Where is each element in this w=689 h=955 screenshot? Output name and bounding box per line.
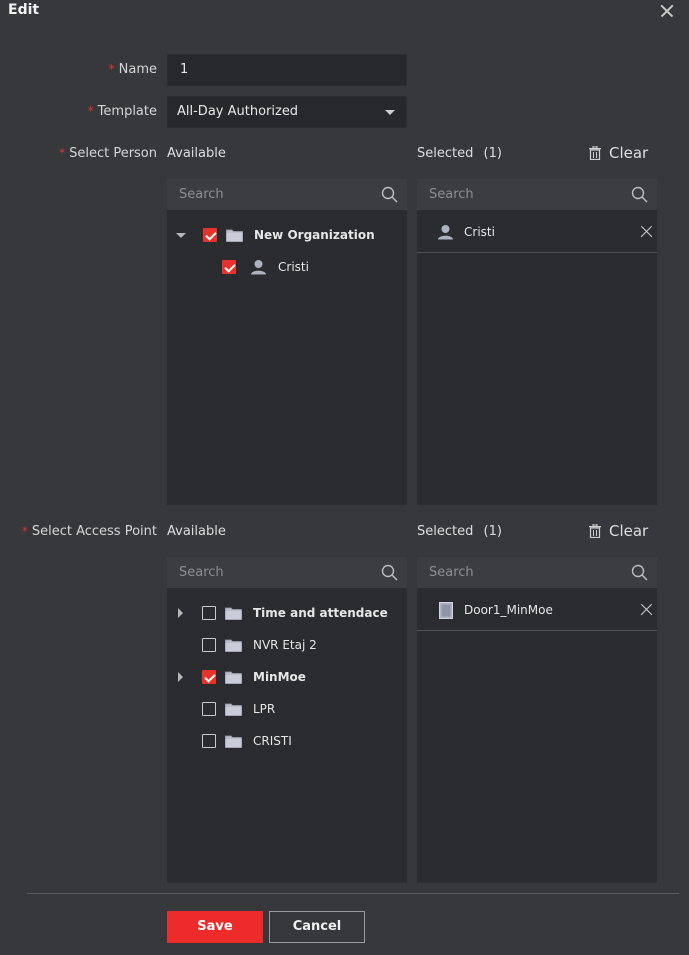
remove-icon[interactable]: [639, 603, 653, 617]
person-icon: [438, 225, 453, 240]
select-access-point-label-text: Select Access Point: [31, 524, 157, 539]
folder-icon: [225, 735, 242, 748]
trash-icon: [589, 146, 601, 160]
close-icon[interactable]: [657, 1, 677, 21]
tree-node-time-and-attendace[interactable]: Time and attendace: [178, 603, 388, 623]
checkbox[interactable]: [202, 734, 216, 748]
ap-selected-search[interactable]: Search: [417, 557, 657, 588]
checkbox[interactable]: [202, 606, 216, 620]
person-available-search[interactable]: Search: [167, 179, 407, 210]
trash-icon: [589, 524, 601, 538]
door-icon: [439, 601, 453, 619]
checkbox[interactable]: [202, 670, 216, 684]
name-label: * Name: [0, 62, 157, 77]
ap-available-heading: Available: [167, 524, 226, 539]
person-clear-label: Clear: [609, 144, 649, 162]
select-person-label-text: Select Person: [69, 146, 157, 161]
tree-node-label: NVR Etaj 2: [253, 638, 317, 652]
remove-icon[interactable]: [639, 225, 653, 239]
search-placeholder: Search: [179, 565, 224, 580]
select-access-point-label: * Select Access Point: [0, 524, 157, 539]
person-icon: [251, 260, 266, 275]
search-placeholder: Search: [179, 187, 224, 202]
tree-node-label: Cristi: [278, 260, 309, 274]
template-select[interactable]: All-Day Authorized: [167, 96, 407, 128]
tree-node-cristi[interactable]: Cristi: [222, 257, 309, 277]
ap-selected-panel: Search Door1_MinMoe: [417, 557, 657, 883]
select-person-label: * Select Person: [0, 146, 157, 161]
template-label-text: Template: [97, 104, 157, 119]
ap-selected-heading: Selected (1): [417, 524, 502, 539]
search-icon[interactable]: [381, 186, 398, 203]
person-selected-heading: Selected (1): [417, 146, 502, 161]
folder-icon: [225, 703, 242, 716]
tree-node-label: Time and attendace: [253, 606, 388, 620]
required-marker: *: [21, 524, 28, 538]
search-placeholder: Search: [429, 565, 474, 580]
folder-icon: [225, 639, 242, 652]
footer-divider: [27, 893, 679, 894]
selected-item-label: Door1_MinMoe: [464, 603, 553, 617]
checkbox[interactable]: [202, 638, 216, 652]
checkbox[interactable]: [202, 702, 216, 716]
name-input[interactable]: 1: [167, 54, 407, 86]
chevron-down-icon: [385, 110, 395, 115]
save-button[interactable]: Save: [167, 911, 263, 943]
tree-node-minmoe[interactable]: MinMoe: [178, 667, 306, 687]
person-selected-text: Selected: [417, 146, 474, 161]
tree-node-new-organization[interactable]: New Organization: [176, 225, 375, 245]
tree-node-nvr-etaj-2[interactable]: NVR Etaj 2: [202, 635, 317, 655]
search-icon[interactable]: [631, 564, 648, 581]
person-selected-search[interactable]: Search: [417, 179, 657, 210]
dialog-title: Edit: [8, 2, 40, 18]
tree-node-label: CRISTI: [253, 734, 292, 748]
folder-icon: [225, 607, 242, 620]
caret-right-icon[interactable]: [178, 672, 183, 682]
required-marker: *: [59, 146, 66, 160]
caret-down-icon[interactable]: [176, 232, 186, 238]
selected-item-door1-minmoe: Door1_MinMoe: [417, 590, 657, 631]
ap-available-search[interactable]: Search: [167, 557, 407, 588]
template-label: * Template: [0, 104, 157, 119]
tree-node-label: MinMoe: [253, 670, 306, 684]
cancel-button[interactable]: Cancel: [269, 911, 365, 943]
ap-available-panel: Search Time and attendace NVR Etaj 2 Min…: [167, 557, 407, 883]
selected-item-label: Cristi: [464, 225, 495, 239]
tree-node-label: LPR: [253, 702, 276, 716]
checkbox[interactable]: [203, 228, 217, 242]
person-available-heading: Available: [167, 146, 226, 161]
tree-node-label: New Organization: [254, 228, 375, 242]
ap-clear-button[interactable]: Clear: [589, 522, 648, 540]
ap-clear-label: Clear: [609, 522, 649, 540]
folder-icon: [226, 229, 243, 242]
checkbox[interactable]: [222, 260, 236, 274]
name-label-text: Name: [118, 62, 157, 77]
template-select-value: All-Day Authorized: [177, 104, 299, 119]
person-clear-button[interactable]: Clear: [589, 144, 648, 162]
folder-icon: [225, 671, 242, 684]
caret-right-icon[interactable]: [178, 608, 183, 618]
search-icon[interactable]: [381, 564, 398, 581]
selected-item-cristi: Cristi: [417, 212, 657, 253]
ap-selected-count: (1): [483, 524, 502, 539]
required-marker: *: [87, 104, 94, 118]
tree-node-cristi-folder[interactable]: CRISTI: [202, 731, 292, 751]
required-marker: *: [108, 62, 115, 76]
person-selected-panel: Search Cristi: [417, 179, 657, 505]
ap-selected-text: Selected: [417, 524, 474, 539]
person-available-panel: Search New Organization Cristi: [167, 179, 407, 505]
person-selected-count: (1): [483, 146, 502, 161]
search-placeholder: Search: [429, 187, 474, 202]
tree-node-lpr[interactable]: LPR: [202, 699, 275, 719]
search-icon[interactable]: [631, 186, 648, 203]
